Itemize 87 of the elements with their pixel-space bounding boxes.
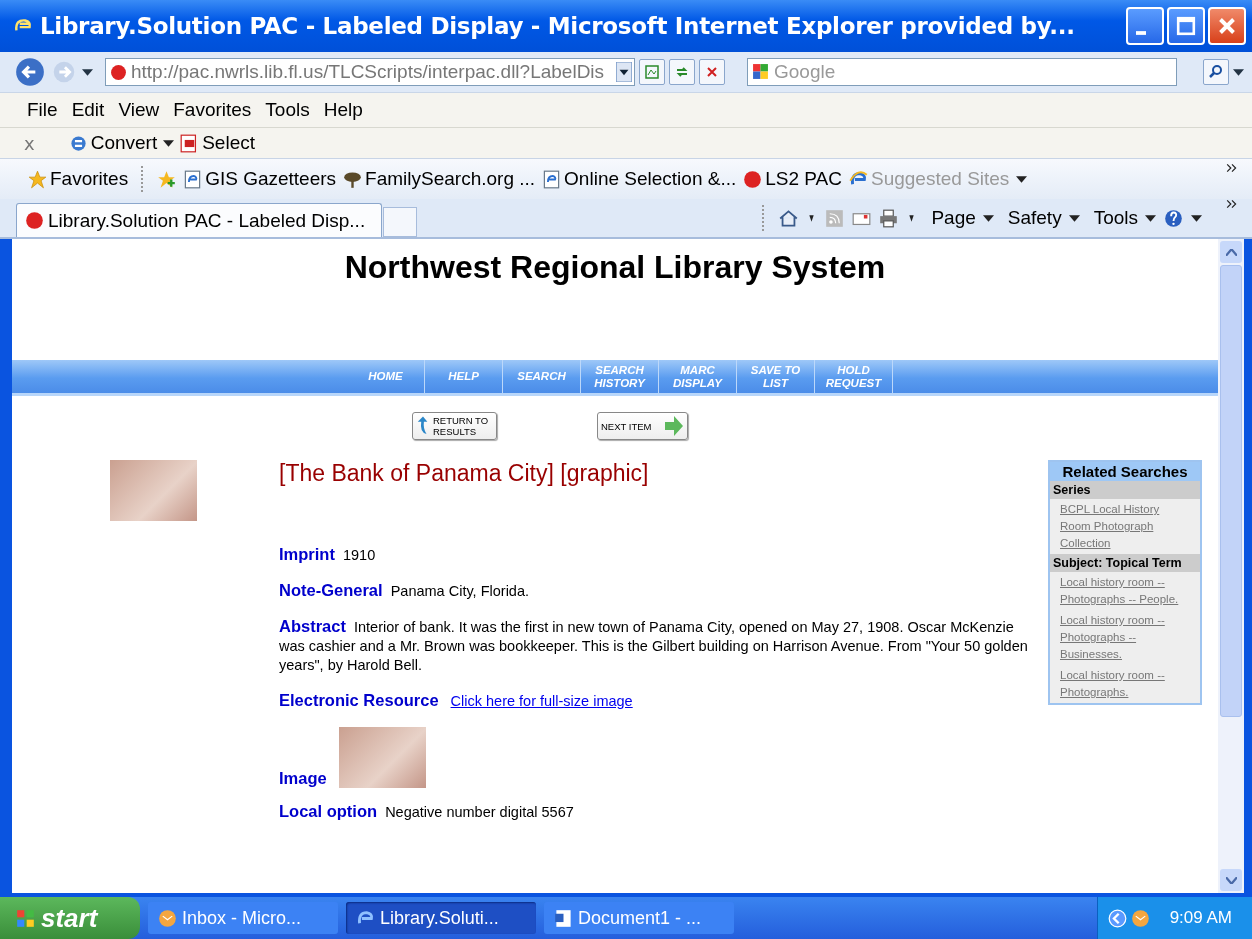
star-icon (28, 169, 47, 189)
search-button[interactable] (1203, 59, 1229, 85)
address-field[interactable]: http://pac.nwrls.lib.fl.us/TLCScripts/interpac.dll?LabelDis (105, 58, 635, 86)
favorites-link[interactable]: GIS Gazetteers (183, 168, 337, 190)
convert-button[interactable]: Convert (68, 132, 158, 154)
taskbar-button[interactable]: Library.Soluti... (346, 902, 536, 934)
command-menu[interactable]: Tools (1093, 207, 1156, 229)
select-button[interactable]: Select (180, 132, 255, 154)
field-text: Note-General Panama City, Florida. (279, 581, 530, 601)
panel-title: Related Searches (1050, 462, 1200, 481)
vertical-scrollbar[interactable] (1218, 239, 1244, 893)
windows-logo-icon (16, 908, 35, 928)
toolbar-close-button[interactable]: x (24, 132, 35, 154)
dropdown-icon[interactable] (616, 62, 632, 82)
caret-icon (1145, 214, 1156, 222)
field-text: Imprint 1910 (279, 545, 377, 565)
favorites-button[interactable]: Favorites (28, 168, 129, 190)
help-icon[interactable] (1164, 208, 1183, 228)
tree-icon (343, 169, 363, 189)
mail-icon[interactable] (1130, 908, 1150, 928)
field-text: Local option Negative number digital 5567 (279, 802, 575, 822)
caret-icon (1068, 214, 1080, 222)
maximize-button[interactable] (1167, 7, 1205, 45)
taskbar-button[interactable]: Inbox - Micro... (148, 902, 338, 934)
menu-item[interactable]: Favorites (166, 99, 259, 121)
add-favorite-icon[interactable] (157, 169, 177, 189)
caret-icon[interactable] (1191, 214, 1202, 222)
web-page-icon (183, 169, 203, 189)
menu-item[interactable]: Help (316, 99, 370, 121)
print-icon[interactable] (879, 208, 899, 228)
minimize-button[interactable] (1126, 7, 1164, 45)
record-title: [The Bank of Panama City] [graphic] (279, 460, 650, 487)
caret-icon (982, 214, 994, 222)
caret-icon[interactable] (1233, 68, 1244, 76)
close-button[interactable] (1208, 7, 1246, 45)
taskbar-button[interactable]: Document1 - ... (544, 902, 734, 934)
browser-tab[interactable]: Library.Solution PAC - Labeled Disp... (16, 203, 382, 237)
related-search-link[interactable]: Local history room -- Photographs -- Businesses. (1050, 610, 1200, 665)
site-badge-icon (743, 169, 763, 189)
mail-icon (158, 908, 177, 928)
menu-item[interactable]: Tools (258, 99, 317, 121)
favorites-link[interactable]: FamilySearch.org ... (343, 168, 536, 190)
related-search-link[interactable]: Local history room -- Photographs -- People. (1050, 572, 1200, 610)
more-chevron-icon[interactable] (1226, 163, 1238, 173)
scroll-up-icon[interactable] (1225, 248, 1237, 256)
expand-tray-icon[interactable] (1107, 908, 1127, 928)
refresh-button[interactable] (669, 59, 695, 85)
related-search-link[interactable]: Local history room -- Photographs. (1050, 665, 1200, 703)
command-menu[interactable]: Safety (1007, 207, 1080, 229)
scroll-down-icon[interactable] (1225, 876, 1237, 884)
search-field[interactable]: Google (747, 58, 1177, 86)
minimize-icon (1136, 31, 1146, 35)
more-chevron-icon[interactable] (1226, 199, 1238, 209)
full-size-image-link[interactable]: Click here for full-size image (450, 692, 633, 711)
web-page-icon (542, 169, 562, 189)
next-item-button[interactable]: NEXT ITEM (597, 412, 688, 440)
document-icon (554, 908, 573, 928)
related-search-link[interactable]: BCPL Local History Room Photograph Collection (1050, 499, 1200, 554)
library-heading: Northwest Regional Library System (343, 249, 887, 287)
section-heading: Series (1050, 481, 1200, 499)
page-icon (644, 64, 660, 80)
menu-item[interactable]: Edit (64, 99, 112, 121)
home-icon[interactable] (779, 208, 799, 228)
convert-icon (68, 133, 88, 153)
window-title: Library.Solution PAC - Labeled Display - Microsoft Internet Explorer provided by... (40, 13, 1076, 39)
field-label: Electronic Resource (279, 691, 439, 710)
stop-button[interactable] (699, 59, 725, 85)
back-button[interactable] (14, 56, 46, 88)
favorites-link[interactable]: LS2 PAC (743, 168, 842, 190)
section-heading: Subject: Topical Term (1050, 554, 1200, 572)
command-menu[interactable]: Page (931, 207, 994, 229)
field-text: Abstract Interior of bank. It was the first in new town of Panama City, opened on May 27, 1908. Oscar McKenzie was cashier and a Mr. Brown was bookkeeper. This is the Gilbert building on Harrison Avenue. From "Your 50 golden years", by Harold Bell. (279, 617, 1029, 675)
caret-icon (1016, 175, 1028, 183)
caret-icon[interactable] (82, 68, 93, 76)
compatibility-button[interactable] (639, 59, 665, 85)
menu-item[interactable]: View (111, 99, 167, 121)
right-arrow-icon (664, 415, 684, 437)
field-label: Image (279, 769, 327, 788)
return-to-results-button[interactable]: RETURN TO RESULTS (412, 412, 497, 440)
site-badge-icon (25, 211, 44, 230)
clock: 9:09 AM (1169, 908, 1232, 928)
menu-item[interactable]: File (20, 99, 65, 121)
search-provider-icon (752, 63, 769, 80)
caret-icon[interactable] (163, 139, 175, 147)
search-icon (1208, 64, 1224, 80)
site-badge-icon (110, 63, 127, 81)
favorites-link[interactable]: Online Selection &... (542, 168, 737, 190)
